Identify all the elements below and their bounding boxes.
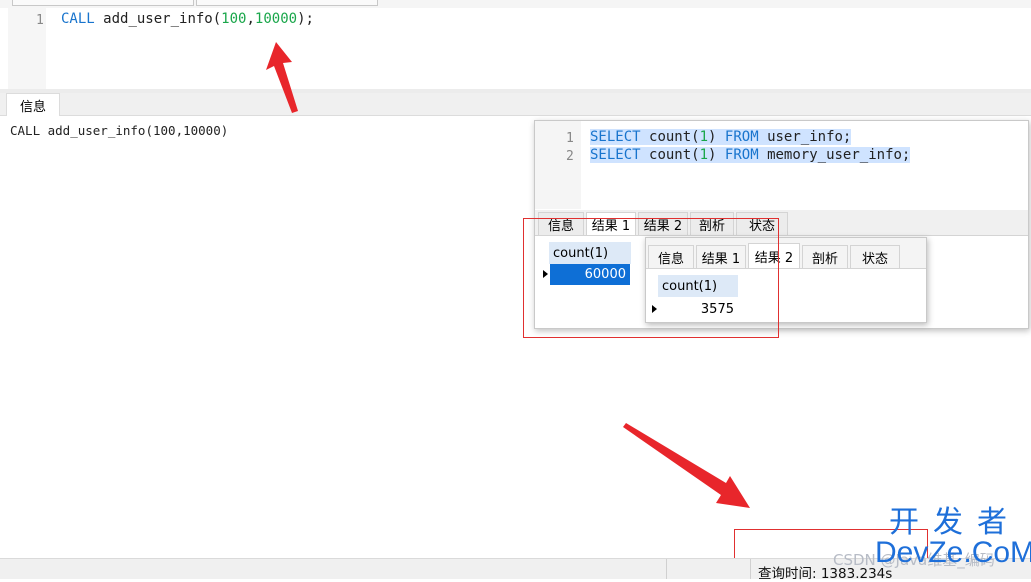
site-watermark: 开发者 DevZe.CoM bbox=[875, 508, 1031, 568]
function-name: count( bbox=[649, 147, 700, 163]
query-tab-edge[interactable] bbox=[12, 0, 194, 6]
keyword: SELECT bbox=[590, 147, 641, 163]
code-line[interactable]: SELECT count(1) FROM memory_user_info; bbox=[590, 147, 911, 163]
paren: ) bbox=[708, 147, 717, 163]
status-divider bbox=[666, 559, 667, 579]
code-line[interactable]: CALL add_user_info(100,10000); bbox=[61, 11, 314, 27]
site-watermark-cn: 开发者 bbox=[889, 505, 1022, 540]
line-number: 2 bbox=[566, 149, 574, 164]
number-literal: 1 bbox=[699, 147, 709, 163]
statement-end: ); bbox=[297, 11, 314, 27]
line-number: 1 bbox=[566, 131, 574, 146]
tab-status[interactable]: 状态 bbox=[850, 245, 900, 268]
status-divider bbox=[750, 559, 751, 579]
top-tab-strip bbox=[0, 0, 1031, 8]
code-line[interactable]: SELECT count(1) FROM user_info; bbox=[590, 129, 852, 145]
table-name: memory_user_info; bbox=[767, 147, 911, 163]
number-literal: 10000 bbox=[254, 11, 298, 27]
keyword: FROM bbox=[724, 129, 759, 145]
number-literal: 100 bbox=[221, 11, 247, 27]
function-name: count( bbox=[649, 129, 700, 145]
arrow-down-right-icon bbox=[623, 423, 750, 508]
table-name: user_info; bbox=[767, 129, 852, 145]
message-output: CALL add_user_info(100,10000) bbox=[10, 123, 229, 138]
site-watermark-en: DevZe.CoM bbox=[875, 536, 1031, 569]
keyword: SELECT bbox=[590, 129, 641, 145]
query-tab-edge[interactable] bbox=[196, 0, 378, 6]
tab-profile[interactable]: 剖析 bbox=[802, 245, 848, 268]
tab-info[interactable]: 信息 bbox=[6, 93, 60, 116]
message-tab-bar: 信息 bbox=[0, 93, 1031, 116]
paren: ) bbox=[708, 129, 717, 145]
keyword: CALL bbox=[61, 11, 95, 27]
line-gutter bbox=[535, 121, 581, 209]
function-name: add_user_info( bbox=[103, 11, 222, 27]
comma: , bbox=[246, 11, 255, 27]
sql-editor[interactable]: 1 CALL add_user_info(100,10000); bbox=[8, 8, 1031, 90]
number-literal: 1 bbox=[699, 129, 709, 145]
overlay-sql-editor[interactable]: 1 2 SELECT count(1) FROM user_info; SELE… bbox=[535, 121, 1028, 209]
line-number: 1 bbox=[36, 13, 44, 28]
keyword: FROM bbox=[724, 147, 759, 163]
annotation-box bbox=[523, 218, 779, 338]
